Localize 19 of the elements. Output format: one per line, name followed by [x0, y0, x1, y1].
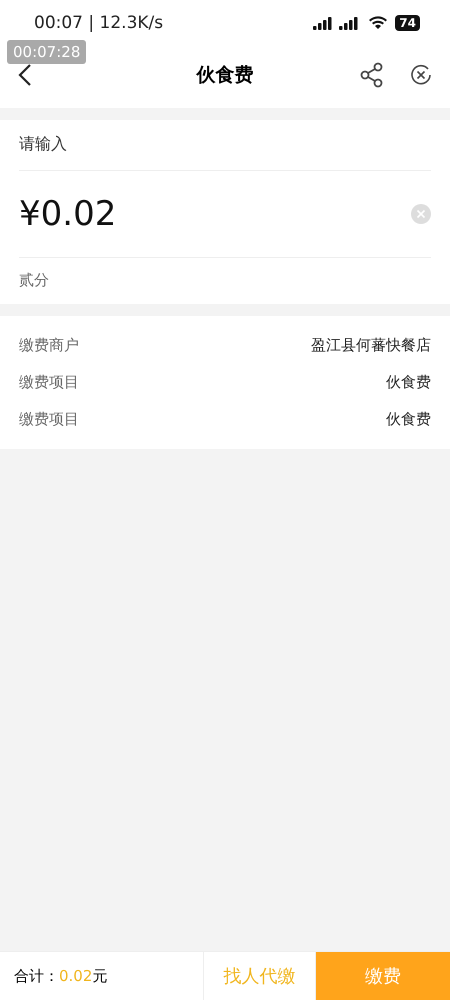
detail-label: 缴费商户 [19, 336, 79, 355]
wifi-icon [369, 16, 388, 30]
input-label: 请输入 [19, 120, 431, 171]
back-icon[interactable] [18, 63, 32, 87]
total-amount: 合计：0.02元 [13, 966, 108, 986]
detail-value: 伙食费 [386, 373, 431, 392]
close-icon[interactable] [410, 64, 432, 86]
pay-button[interactable]: 缴费 [315, 952, 450, 1000]
recording-timer: 00:07:28 [7, 40, 86, 64]
page-title: 伙食费 [196, 63, 254, 88]
detail-value: 伙食费 [386, 410, 431, 429]
detail-value: 盈江县何蕃快餐店 [311, 336, 431, 355]
battery-level: 74 [395, 15, 420, 31]
detail-label: 缴费项目 [19, 373, 79, 392]
amount-field[interactable]: ¥0.02 [19, 194, 116, 234]
detail-label: 缴费项目 [19, 410, 79, 429]
amount-in-words: 贰分 [19, 270, 50, 291]
share-icon[interactable] [360, 62, 384, 88]
status-time: 00:07 | 12.3K/s [34, 13, 164, 33]
